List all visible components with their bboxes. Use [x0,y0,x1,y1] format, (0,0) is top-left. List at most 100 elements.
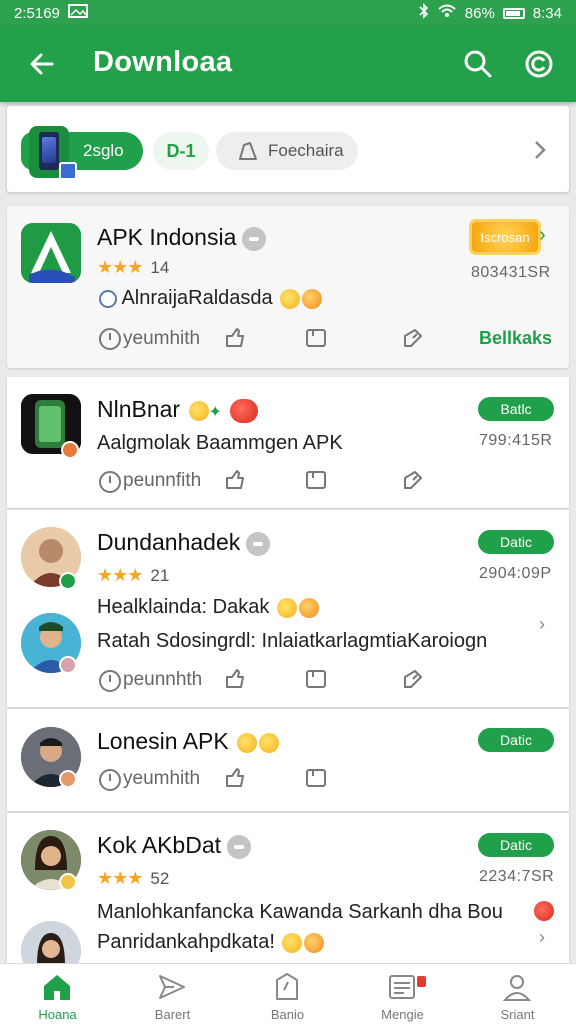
star-rating-icon: ★★★ [97,257,143,277]
page-title: Downloaa [93,46,233,78]
bookmark-icon[interactable] [304,766,326,788]
app-name: NlnBnar ✦ [97,396,259,423]
app-name-text: APK Indonsia [97,224,237,250]
get-button[interactable]: Batlc [478,397,554,421]
chevron-right-icon[interactable]: › [539,614,545,635]
clock-icon [99,471,121,493]
app-name: Lonesin APK [97,728,280,755]
nav-messages-label: Mengie [381,1007,424,1022]
user-icon [501,972,533,1002]
smiley-emoji-icon [276,597,297,618]
get-button[interactable]: Datic [478,833,554,857]
bookmark-icon[interactable] [304,667,326,689]
list-item[interactable]: Lonesin APK Datic yeumhith [7,709,569,811]
list-item[interactable]: Dundanhadek Datic ★★★ 21 2904:09P Healkla… [7,510,569,707]
clock-icon [99,328,121,350]
heart-emoji-icon [534,901,554,921]
app-name: APK Indonsia [97,224,267,251]
app-name-text: NlnBnar [97,396,181,422]
bell-outline-icon [239,142,257,160]
star-rating-icon: ★★★ [97,565,143,585]
get-button[interactable]: Datic [478,530,554,554]
smiley-emoji-icon [282,932,303,953]
chevron-right-icon[interactable]: › [539,224,546,247]
nav-home[interactable]: Hoana [0,964,115,1025]
nav-library-label: Banio [270,1007,305,1022]
search-icon[interactable] [462,48,494,80]
share-icon[interactable] [223,468,245,490]
app-description-secondary: Panridankahpdkata! [97,931,325,954]
red-badge-icon [230,398,259,423]
plant-icon: ✦ [208,404,222,421]
update-time: yeumhith [123,768,201,789]
app-description-text: Healklainda: Dakak [97,596,270,618]
nav-profile[interactable]: Sriant [460,964,575,1025]
info-dot-icon [242,226,267,251]
info-dot-icon [246,531,271,556]
app-badge [59,770,77,788]
emoji-icon [302,288,323,309]
app-description-secondary: Ratah Sdosingrdl: InlaiatkarlagmtiaKaroi… [97,630,488,652]
app-name-text: Kok AKbDat [97,832,222,858]
rating-count: 52 [150,869,170,888]
smiley-emoji-icon [188,400,209,421]
edit-icon[interactable] [401,326,423,348]
app-icon [21,223,81,283]
app-description: AlnraijaRaldasda [97,287,323,310]
smiley-emoji-icon [237,732,258,753]
app-bar: Downloaa [0,26,576,102]
get-button[interactable]: Datic [478,728,554,752]
nav-home-label: Hoana [38,1007,77,1022]
edit-icon[interactable] [401,667,423,689]
app-size: 2234:7SR [479,868,555,885]
app-description: Healklainda: Dakak [97,596,319,619]
details-link[interactable]: Bellkaks [479,328,552,349]
nav-messages[interactable]: Mengie [345,964,460,1025]
share-icon[interactable] [223,766,245,788]
info-dot-icon [227,834,252,859]
list-item[interactable]: NlnBnar ✦ Batlc Aalgmolak Baammgen APK 7… [7,377,569,508]
chevron-right-icon[interactable]: › [539,927,545,948]
tag-icon [271,972,303,1002]
list-item[interactable]: Kok AKbDat Datic ★★★ 52 2234:7SR Manlohka… [7,813,569,981]
send-icon [156,972,188,1002]
filter-chip-favorites[interactable]: Foechaira [216,132,358,170]
nav-profile-label: Sriant [500,1007,535,1022]
update-time: peunnhth [123,669,203,690]
hot-badge: Iscrosan [472,222,538,252]
battery-icon [502,7,525,19]
edit-icon[interactable] [401,468,423,490]
app-badge [61,441,79,459]
status-bar: 2:5169 86% 8:34 [0,0,576,26]
app-badge [59,572,77,590]
filter-chip-count[interactable]: D-1 [153,132,209,170]
status-time: 2:5169 [14,4,60,22]
emoji-icon [304,932,325,953]
clock-icon [99,670,121,692]
share-icon[interactable] [223,667,245,689]
star-rating-icon: ★★★ [97,868,143,888]
battery-percent: 86% [464,4,495,22]
bookmark-icon[interactable] [304,326,326,348]
bookmark-icon[interactable] [304,468,326,490]
nav-explore[interactable]: Barert [115,964,230,1025]
filter-chip-apps-label: 2sglo [83,141,124,160]
share-icon[interactable] [223,326,245,348]
clock-icon [99,769,121,791]
smiley-emoji-icon [280,288,301,309]
app-badge [59,656,77,674]
app-name-text: Dundanhadek [97,529,241,555]
app-description-secondary-text: Panridankahpdkata! [97,931,275,953]
filter-chip-apps[interactable]: 2sglo [21,126,143,180]
rating: ★★★ 52 [97,868,169,889]
app-description: Aalgmolak Baammgen APK [97,432,343,454]
chevron-right-icon[interactable] [531,138,549,167]
bottom-navigation: Hoana Barert Banio Mengie Sriant [0,963,576,1025]
app-size: 2904:09P [479,565,552,582]
settings-circle-icon[interactable] [523,48,555,80]
update-time: yeumhith [123,328,201,349]
back-arrow-icon[interactable] [26,48,58,80]
list-item[interactable]: APK Indonsia ★★★ 14 AlnraijaRaldasda Iscr… [7,206,569,368]
app-description-text: AlnraijaRaldasda [121,287,273,309]
nav-library[interactable]: Banio [230,964,345,1025]
